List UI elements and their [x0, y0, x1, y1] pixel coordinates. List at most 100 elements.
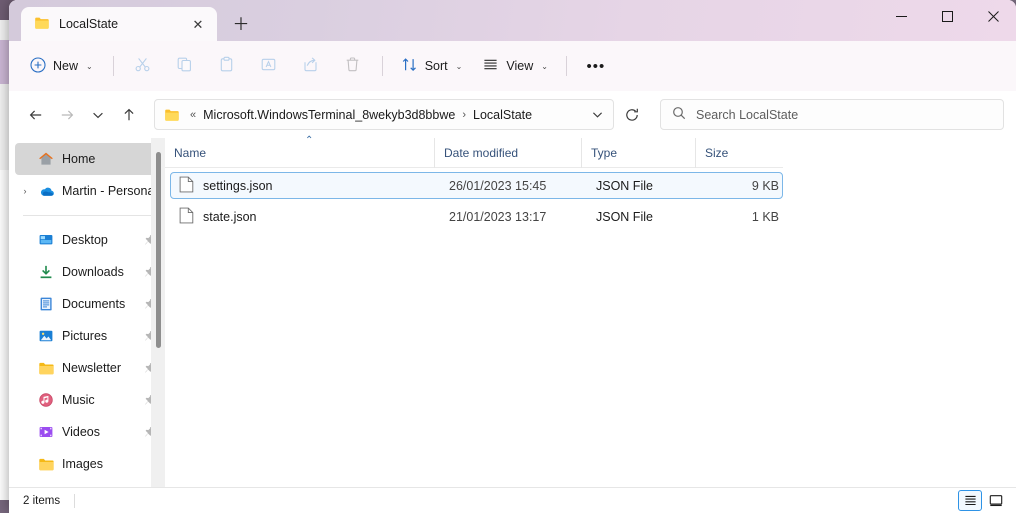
scissors-icon	[134, 56, 151, 76]
refresh-button[interactable]	[617, 100, 647, 130]
column-header-date-modified[interactable]: Date modified	[434, 137, 581, 168]
sidebar-scrollbar[interactable]	[151, 138, 165, 487]
new-button-label: New	[53, 59, 79, 73]
sidebar-item-label: Music	[62, 393, 95, 407]
sidebar-item-label: Videos	[62, 425, 100, 439]
sidebar-scrollbar-thumb[interactable]	[156, 152, 161, 348]
column-header-size[interactable]: Size	[695, 137, 782, 168]
close-icon[interactable]: ✕	[187, 13, 209, 35]
rename-icon	[260, 56, 277, 76]
file-explorer-window: LocalState ✕ ＋ New ⌄ Sort ⌄ View ⌄ ••• «…	[9, 0, 1016, 513]
item-count-label: 2 items	[23, 494, 61, 507]
details-view-button[interactable]	[958, 490, 982, 511]
paste-button[interactable]	[207, 50, 247, 82]
forward-button[interactable]	[52, 100, 82, 130]
new-tab-button[interactable]: ＋	[225, 9, 257, 39]
delete-button[interactable]	[333, 50, 373, 82]
view-button[interactable]: View ⌄	[473, 50, 557, 82]
sidebar-item-images[interactable]: Images	[15, 448, 163, 480]
sidebar-item-videos[interactable]: Videos	[15, 416, 163, 448]
pictures-icon	[35, 328, 57, 344]
sidebar-item-label: Desktop	[62, 233, 108, 247]
copy-button[interactable]	[165, 50, 205, 82]
navigation-list: Home › Martin - Personal Desktop Downloa…	[9, 138, 165, 480]
sidebar-item-label: Newsletter	[62, 361, 122, 375]
documents-icon	[35, 296, 57, 312]
sidebar-item-downloads[interactable]: Downloads	[15, 256, 163, 288]
clipboard-icon	[218, 56, 235, 76]
breadcrumb-overflow[interactable]: «	[187, 109, 199, 121]
file-name-label: settings.json	[203, 178, 273, 193]
column-header-label: Date modified	[444, 145, 519, 160]
sidebar-item-music[interactable]: Music	[15, 384, 163, 416]
file-list: settings.json 26/01/2023 15:45 JSON File…	[165, 168, 1016, 487]
sidebar-item-documents[interactable]: Documents	[15, 288, 163, 320]
sidebar-item-label: Pictures	[62, 329, 108, 343]
folder-icon	[35, 456, 57, 473]
breadcrumb[interactable]: « Microsoft.WindowsTerminal_8wekyb3d8bbw…	[154, 99, 614, 130]
up-button[interactable]	[114, 100, 144, 130]
downloads-icon	[35, 264, 57, 280]
window-controls	[878, 0, 1016, 33]
sidebar-item-label: Home	[62, 152, 96, 166]
large-icons-view-button[interactable]	[984, 490, 1008, 511]
column-headers: Name ⌃ Date modified Type Size	[165, 134, 783, 168]
videos-icon	[35, 424, 57, 440]
rename-button[interactable]	[249, 50, 289, 82]
json-file-icon	[179, 207, 194, 227]
sort-icon	[401, 56, 418, 76]
view-toggle-group	[958, 490, 1008, 511]
sidebar-item-home[interactable]: Home	[15, 143, 163, 175]
maximize-icon[interactable]	[924, 0, 970, 33]
chevron-down-icon[interactable]	[585, 102, 609, 128]
file-date-cell: 26/01/2023 15:45	[449, 178, 547, 193]
view-button-label: View	[506, 59, 534, 73]
new-button[interactable]: New ⌄	[21, 50, 104, 82]
music-icon	[35, 392, 57, 408]
breadcrumb-separator: ›	[462, 108, 466, 121]
table-row[interactable]: settings.json 26/01/2023 15:45 JSON File…	[170, 172, 783, 199]
view-list-icon	[482, 56, 499, 76]
file-name-label: state.json	[203, 209, 257, 224]
more-options-button[interactable]: •••	[576, 50, 616, 82]
sidebar-item-desktop[interactable]: Desktop	[15, 224, 163, 256]
file-name-cell: state.json	[171, 207, 440, 227]
status-bar: 2 items	[9, 487, 1016, 513]
ellipsis-icon: •••	[586, 57, 606, 75]
breadcrumb-segment-localstate[interactable]: LocalState	[469, 108, 536, 122]
sort-ascending-icon: ⌃	[305, 134, 314, 146]
close-icon[interactable]	[970, 0, 1016, 33]
background-window-titlebar	[0, 40, 9, 84]
chevron-right-icon[interactable]: ›	[15, 186, 35, 196]
cut-button[interactable]	[123, 50, 163, 82]
sidebar-item-pictures[interactable]: Pictures	[15, 320, 163, 352]
column-header-type[interactable]: Type	[581, 137, 695, 168]
minimize-icon[interactable]	[878, 0, 924, 33]
share-button[interactable]	[291, 50, 331, 82]
chevron-down-icon: ⌄	[86, 61, 93, 71]
chevron-down-icon: ⌄	[455, 61, 463, 71]
tab-localstate[interactable]: LocalState ✕	[21, 7, 217, 41]
desktop-icon	[35, 232, 57, 248]
column-header-label: Type	[591, 145, 618, 160]
column-header-name[interactable]: Name ⌃	[165, 134, 434, 168]
breadcrumb-segment-package[interactable]: Microsoft.WindowsTerminal_8wekyb3d8bbwe	[199, 108, 459, 122]
tab-title: LocalState	[59, 17, 119, 31]
sidebar-item-newsletter[interactable]: Newsletter	[15, 352, 163, 384]
status-divider	[74, 493, 76, 508]
sidebar-item-onedrive[interactable]: › Martin - Personal	[15, 175, 163, 207]
search-input[interactable]: Search LocalState	[696, 108, 798, 122]
window-body: Home › Martin - Personal Desktop Downloa…	[9, 134, 1016, 487]
toolbar-divider	[381, 56, 383, 76]
recent-locations-button[interactable]	[83, 100, 113, 130]
share-icon	[302, 56, 319, 76]
json-file-icon	[179, 176, 194, 196]
search-box[interactable]: Search LocalState	[660, 99, 1004, 130]
chevron-down-icon: ⌄	[541, 61, 548, 71]
file-date-cell: 21/01/2023 13:17	[449, 209, 547, 224]
sort-button[interactable]: Sort ⌄	[392, 50, 472, 82]
table-row[interactable]: state.json 21/01/2023 13:17 JSON File 1 …	[170, 203, 783, 230]
back-button[interactable]	[21, 100, 51, 130]
trash-icon	[344, 56, 361, 76]
navigation-pane: Home › Martin - Personal Desktop Downloa…	[9, 138, 165, 487]
